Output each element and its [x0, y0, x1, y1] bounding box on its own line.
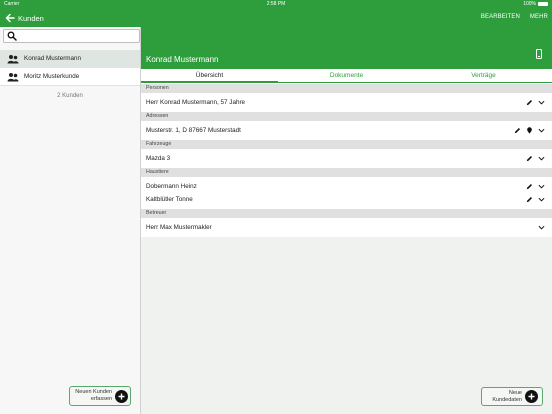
plus-icon — [525, 390, 538, 403]
address-text: Musterstr. 1, D 87667 Musterstadt — [146, 127, 241, 134]
pet-text: Kaltblütler Tonne — [146, 196, 193, 203]
new-customer-label: Neuen Kunden erfassen — [75, 389, 112, 402]
customer-list-header: Kunden — [0, 9, 141, 27]
section-header-pets: Haustiere — [141, 168, 552, 177]
pencil-icon[interactable] — [526, 99, 533, 106]
more-button[interactable]: MEHR — [530, 14, 548, 20]
battery-percent: 100% — [523, 1, 536, 7]
section-header-vehicles: Fahrzeuge — [141, 140, 552, 149]
row-actions — [526, 193, 545, 206]
chevron-down-icon[interactable] — [538, 196, 545, 203]
section-advisors: Herr Max Mustermakler — [141, 218, 552, 237]
phone-icon[interactable] — [536, 49, 542, 59]
pencil-icon[interactable] — [514, 127, 521, 134]
customer-list-item[interactable]: Moritz Musterkunde — [0, 68, 140, 86]
new-customer-button[interactable]: Neuen Kunden erfassen — [69, 386, 131, 406]
pet-row[interactable]: Kaltblütler Tonne — [141, 193, 552, 206]
section-addresses: Musterstr. 1, D 87667 Musterstadt — [141, 121, 552, 140]
status-time: 2:58 PM — [266, 1, 286, 7]
row-actions — [526, 152, 545, 165]
chevron-down-icon[interactable] — [538, 99, 545, 106]
new-customer-data-button[interactable]: Neue Kundedaten — [481, 387, 543, 406]
vehicle-text: Mazda 3 — [146, 155, 171, 162]
search-icon — [7, 31, 17, 41]
status-bar: Carrier 2:58 PM 100% — [0, 0, 552, 9]
back-arrow-icon[interactable] — [3, 11, 17, 25]
search-input[interactable] — [19, 33, 139, 39]
overview-content: Personen Herr Konrad Mustermann, 57 Jahr… — [141, 84, 552, 414]
chevron-down-icon[interactable] — [538, 127, 545, 134]
pencil-icon[interactable] — [526, 155, 533, 162]
header-actions: BEARBEITEN MEHR — [481, 14, 548, 20]
people-icon — [7, 72, 19, 81]
edit-button[interactable]: BEARBEITEN — [481, 14, 520, 20]
pet-row[interactable]: Dobermann Heinz — [141, 180, 552, 193]
advisor-text: Herr Max Mustermakler — [146, 224, 212, 231]
vehicle-row[interactable]: Mazda 3 — [141, 152, 552, 165]
pet-text: Dobermann Heinz — [146, 183, 197, 190]
tab-overview[interactable]: Übersicht — [141, 69, 278, 83]
section-header-addresses: Adressen — [141, 112, 552, 121]
row-actions — [538, 221, 545, 234]
tab-contracts[interactable]: Verträge — [415, 69, 552, 82]
people-icon — [7, 54, 19, 63]
row-actions — [514, 124, 545, 137]
section-vehicles: Mazda 3 — [141, 149, 552, 168]
customer-list: Konrad Mustermann Moritz Musterkunde — [0, 50, 140, 86]
customer-name: Konrad Mustermann — [24, 55, 82, 62]
battery-indicator: 100% — [523, 1, 548, 7]
advisor-row[interactable]: Herr Max Mustermakler — [141, 221, 552, 234]
detail-tabs: Übersicht Dokumente Verträge — [141, 69, 552, 83]
person-row[interactable]: Herr Konrad Mustermann, 57 Jahre — [141, 96, 552, 109]
pencil-icon[interactable] — [526, 183, 533, 190]
section-pets: Dobermann Heinz Kaltblütler Tonne — [141, 177, 552, 209]
customer-list-item[interactable]: Konrad Mustermann — [0, 50, 140, 68]
person-text: Herr Konrad Mustermann, 57 Jahre — [146, 99, 246, 106]
section-header-persons: Personen — [141, 84, 552, 93]
section-header-advisors: Betreuer — [141, 209, 552, 218]
address-row[interactable]: Musterstr. 1, D 87667 Musterstadt — [141, 124, 552, 137]
customer-sidebar: Konrad Mustermann Moritz Musterkunde 2 K… — [0, 27, 141, 414]
row-actions — [526, 96, 545, 109]
battery-icon — [538, 2, 548, 6]
customer-detail-header: BEARBEITEN MEHR Konrad Mustermann — [141, 9, 552, 69]
plus-icon — [115, 389, 128, 403]
customer-name: Moritz Musterkunde — [24, 73, 80, 80]
customer-name-title: Konrad Mustermann — [146, 55, 219, 64]
map-pin-icon[interactable] — [526, 127, 533, 134]
row-actions — [526, 180, 545, 193]
new-customer-data-label: Neue Kundedaten — [492, 389, 522, 403]
tab-documents[interactable]: Dokumente — [278, 69, 415, 82]
customers-title[interactable]: Kunden — [18, 14, 44, 23]
customer-count: 2 Kunden — [57, 93, 83, 99]
chevron-down-icon[interactable] — [538, 183, 545, 190]
chevron-down-icon[interactable] — [538, 224, 545, 231]
section-persons: Herr Konrad Mustermann, 57 Jahre — [141, 93, 552, 112]
search-bar[interactable] — [3, 29, 140, 43]
chevron-down-icon[interactable] — [538, 155, 545, 162]
pencil-icon[interactable] — [526, 196, 533, 203]
